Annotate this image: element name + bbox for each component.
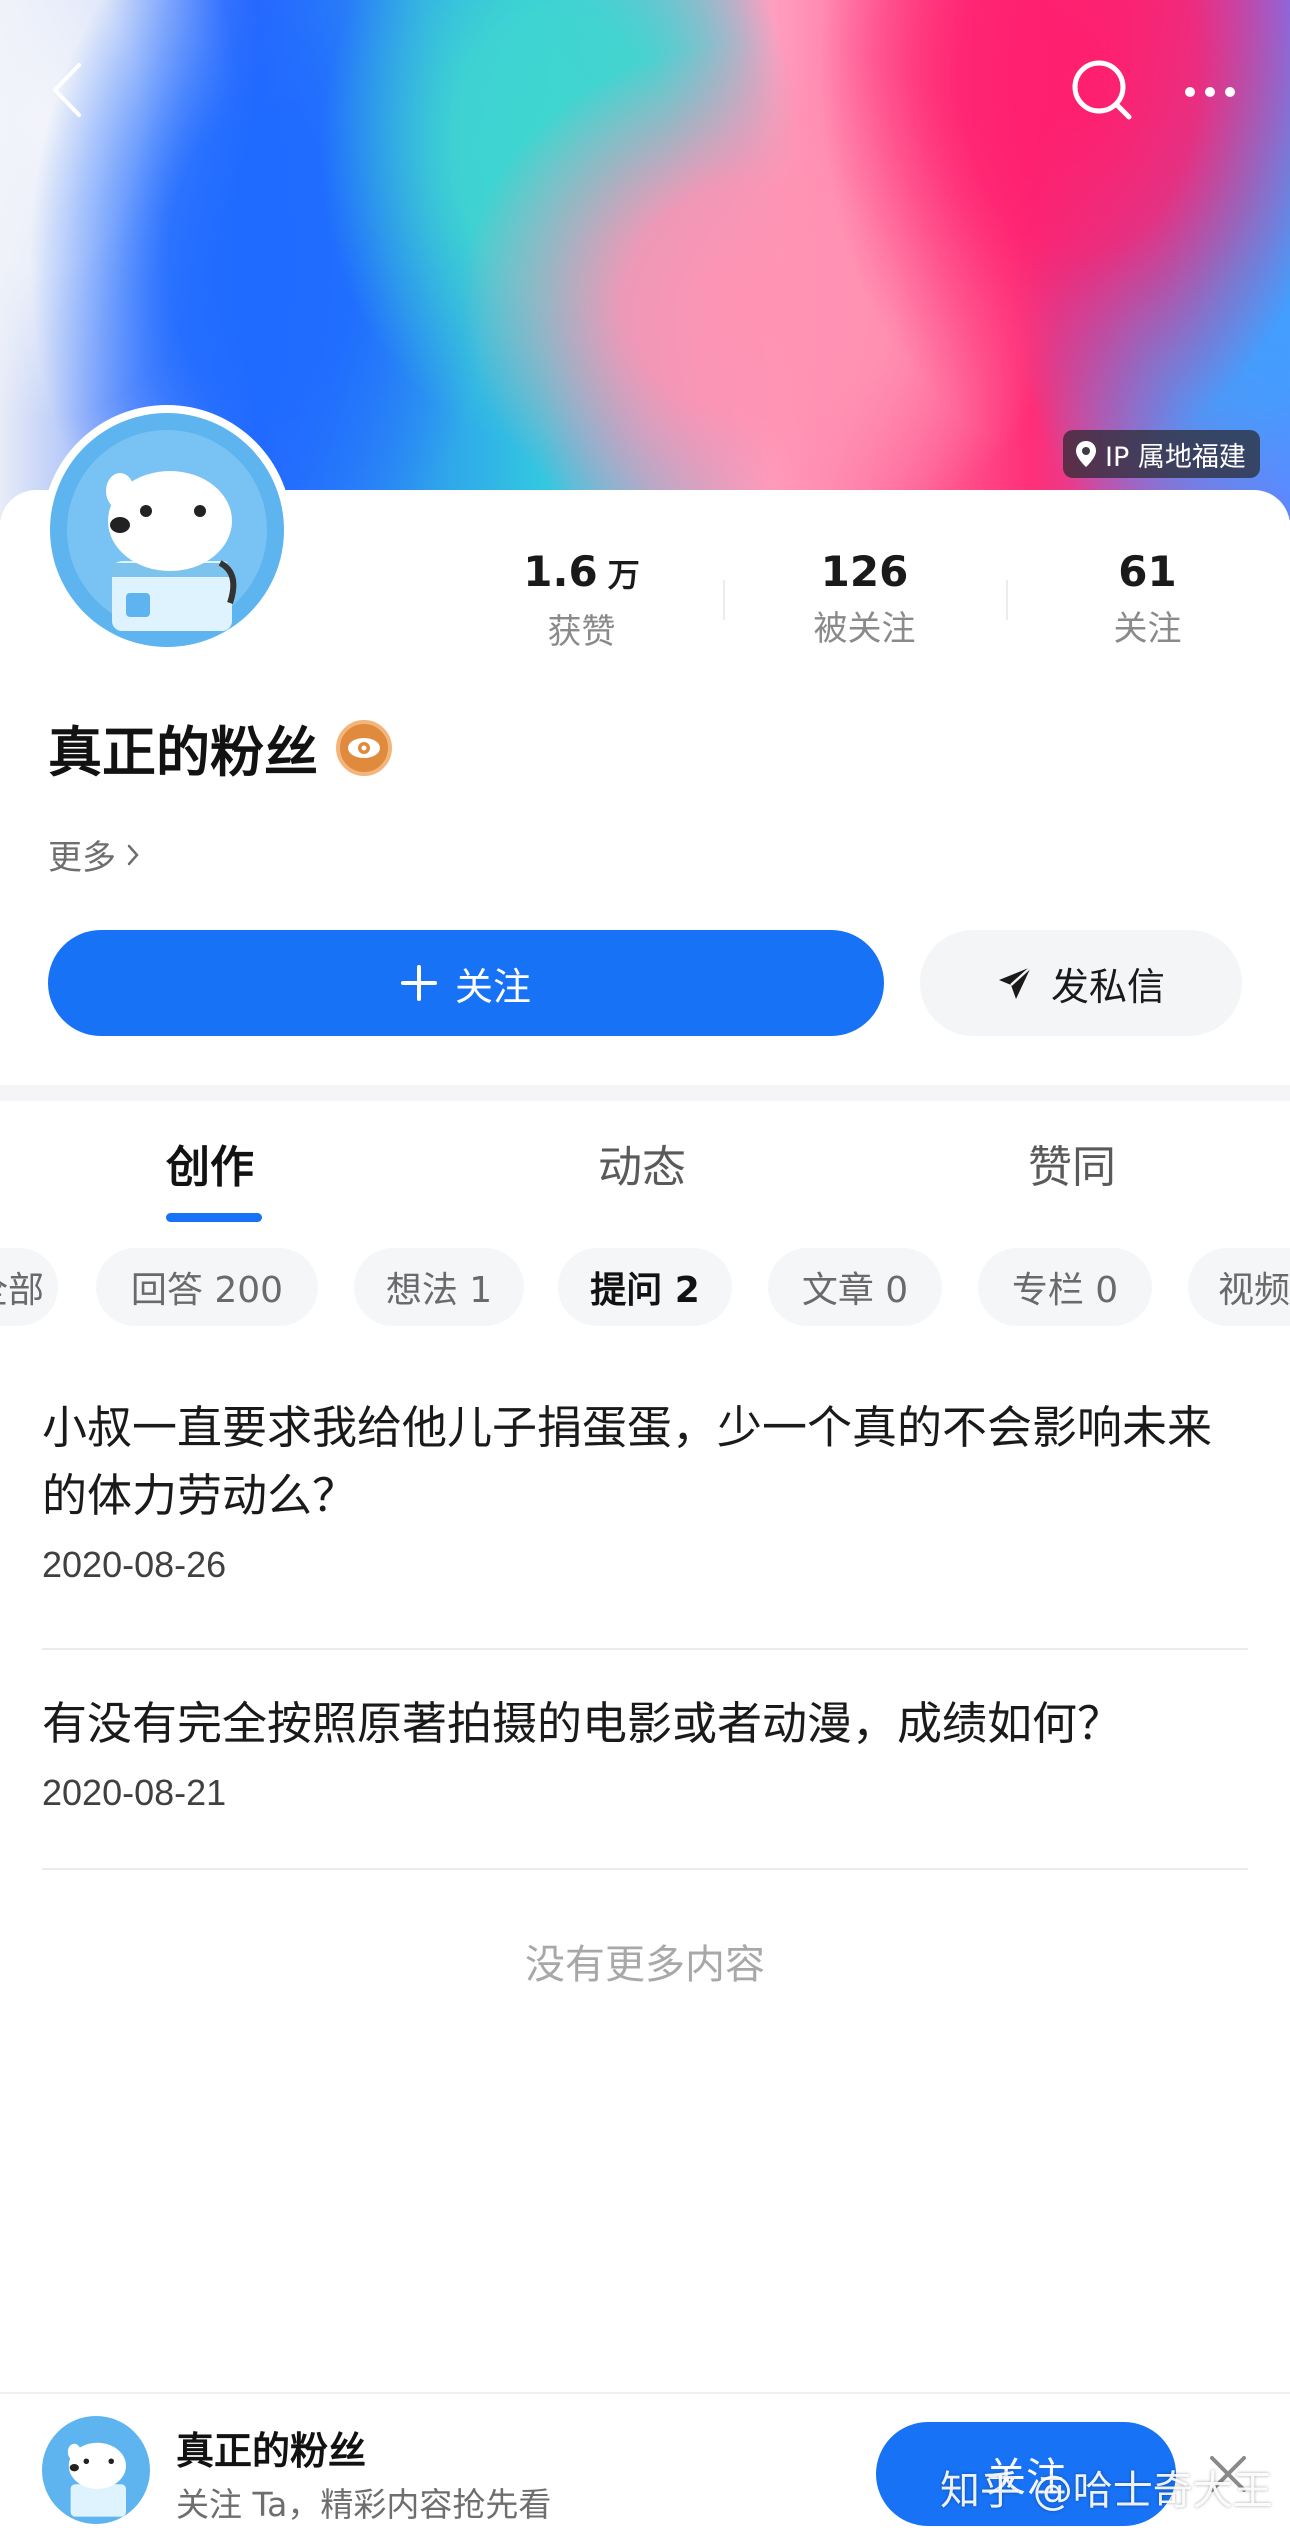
stat-likes-unit: 万 — [607, 556, 640, 594]
follow-button[interactable]: 关注 — [48, 930, 884, 1036]
tab-upvotes[interactable]: 赞同 — [1028, 1131, 1116, 1195]
stat-likes-value: 1.6 — [523, 547, 598, 596]
bottom-name: 真正的粉丝 — [176, 2429, 367, 2473]
chip-thoughts-label: 想法 1 — [385, 1270, 493, 1311]
chip-answers-label: 回答 200 — [130, 1270, 284, 1311]
question-date: 2020-08-21 — [42, 1772, 227, 1813]
stat-following-label: 关注 — [1113, 609, 1182, 649]
back-button[interactable] — [34, 50, 98, 130]
chip-all-label: 全部 — [0, 1270, 44, 1311]
watermark: 知乎 @哈士奇大王 — [940, 2468, 1273, 2514]
more-button[interactable] — [1168, 52, 1252, 132]
bottom-subtitle: 关注 Ta，精彩内容抢先看 — [176, 2485, 552, 2524]
more-info-link[interactable]: 更多 — [48, 830, 140, 879]
stat-following-value: 61 — [1118, 547, 1177, 596]
chip-questions-label: 提问 2 — [590, 1270, 700, 1311]
stat-followers-value: 126 — [820, 547, 909, 596]
more-icon — [1185, 87, 1235, 97]
avatar-polar-bear-image — [42, 2416, 150, 2524]
stat-followers[interactable]: 126 被关注 — [723, 540, 1006, 670]
stat-likes-label: 获赞 — [547, 612, 616, 652]
chip-thoughts[interactable]: 想法 1 — [354, 1248, 524, 1326]
section-divider — [0, 1085, 1290, 1101]
stat-followers-label: 被关注 — [813, 609, 916, 649]
paper-plane-icon — [998, 966, 1032, 999]
active-tab-indicator — [166, 1213, 262, 1222]
chip-all[interactable]: 全部 — [0, 1248, 58, 1326]
back-icon — [53, 63, 81, 117]
question-date: 2020-08-26 — [42, 1544, 227, 1585]
list-item[interactable]: 小叔一直要求我给他儿子捐蛋蛋，少一个真的不会影响未来的体力劳动么？ 2020-0… — [42, 1394, 1248, 1650]
ip-location-badge: IP 属地福建 — [1063, 430, 1260, 478]
chip-articles[interactable]: 文章 0 — [768, 1248, 942, 1326]
profile-name: 真正的粉丝 — [48, 721, 318, 784]
plus-icon — [400, 965, 437, 1001]
question-title: 小叔一直要求我给他儿子捐蛋蛋，少一个真的不会影响未来的体力劳动么？ — [42, 1401, 1213, 1522]
send-message-label: 发私信 — [1050, 964, 1165, 1009]
stat-following[interactable]: 61 关注 — [1006, 540, 1289, 670]
chip-questions[interactable]: 提问 2 — [558, 1248, 732, 1326]
chip-articles-label: 文章 0 — [801, 1270, 909, 1311]
chip-videos[interactable]: 视频 — [1188, 1248, 1290, 1326]
more-info-label: 更多 — [48, 838, 116, 878]
chip-videos-label: 视频 — [1218, 1270, 1290, 1311]
bottom-avatar[interactable] — [42, 2416, 150, 2524]
location-pin-icon — [1076, 441, 1096, 467]
chip-columns[interactable]: 专栏 0 — [978, 1248, 1152, 1326]
stat-likes[interactable]: 1.6 万 获赞 — [440, 540, 723, 670]
profile-stats: 1.6 万 获赞 126 被关注 61 关注 — [440, 540, 1290, 670]
avatar[interactable] — [42, 405, 292, 655]
profile-name-row: 真正的粉丝 — [48, 708, 392, 787]
chip-columns-label: 专栏 0 — [1011, 1270, 1119, 1311]
chip-answers[interactable]: 回答 200 — [96, 1248, 318, 1326]
list-item[interactable]: 有没有完全按照原著拍摄的电影或者动漫，成绩如何？ 2020-08-21 — [42, 1690, 1248, 1870]
no-more-content: 没有更多内容 — [525, 1942, 765, 1988]
eye-badge-icon[interactable] — [336, 719, 392, 776]
profile-tabs: 创作 动态 赞同 — [0, 1101, 1290, 1222]
chevron-right-icon — [127, 844, 139, 865]
search-icon — [1072, 60, 1132, 120]
tab-activity[interactable]: 动态 — [598, 1131, 686, 1195]
tab-creation[interactable]: 创作 — [166, 1131, 254, 1195]
avatar-polar-bear-image — [50, 413, 284, 647]
search-button[interactable] — [1060, 48, 1144, 132]
ip-location-text: IP 属地福建 — [1105, 441, 1246, 473]
content-filter-chips: 全部 回答 200 想法 1 提问 2 文章 0 专栏 0 视频 — [0, 1248, 1290, 1328]
follow-button-label: 关注 — [454, 964, 531, 1009]
send-message-button[interactable]: 发私信 — [920, 930, 1242, 1036]
question-title: 有没有完全按照原著拍摄的电影或者动漫，成绩如何？ — [42, 1697, 1123, 1750]
